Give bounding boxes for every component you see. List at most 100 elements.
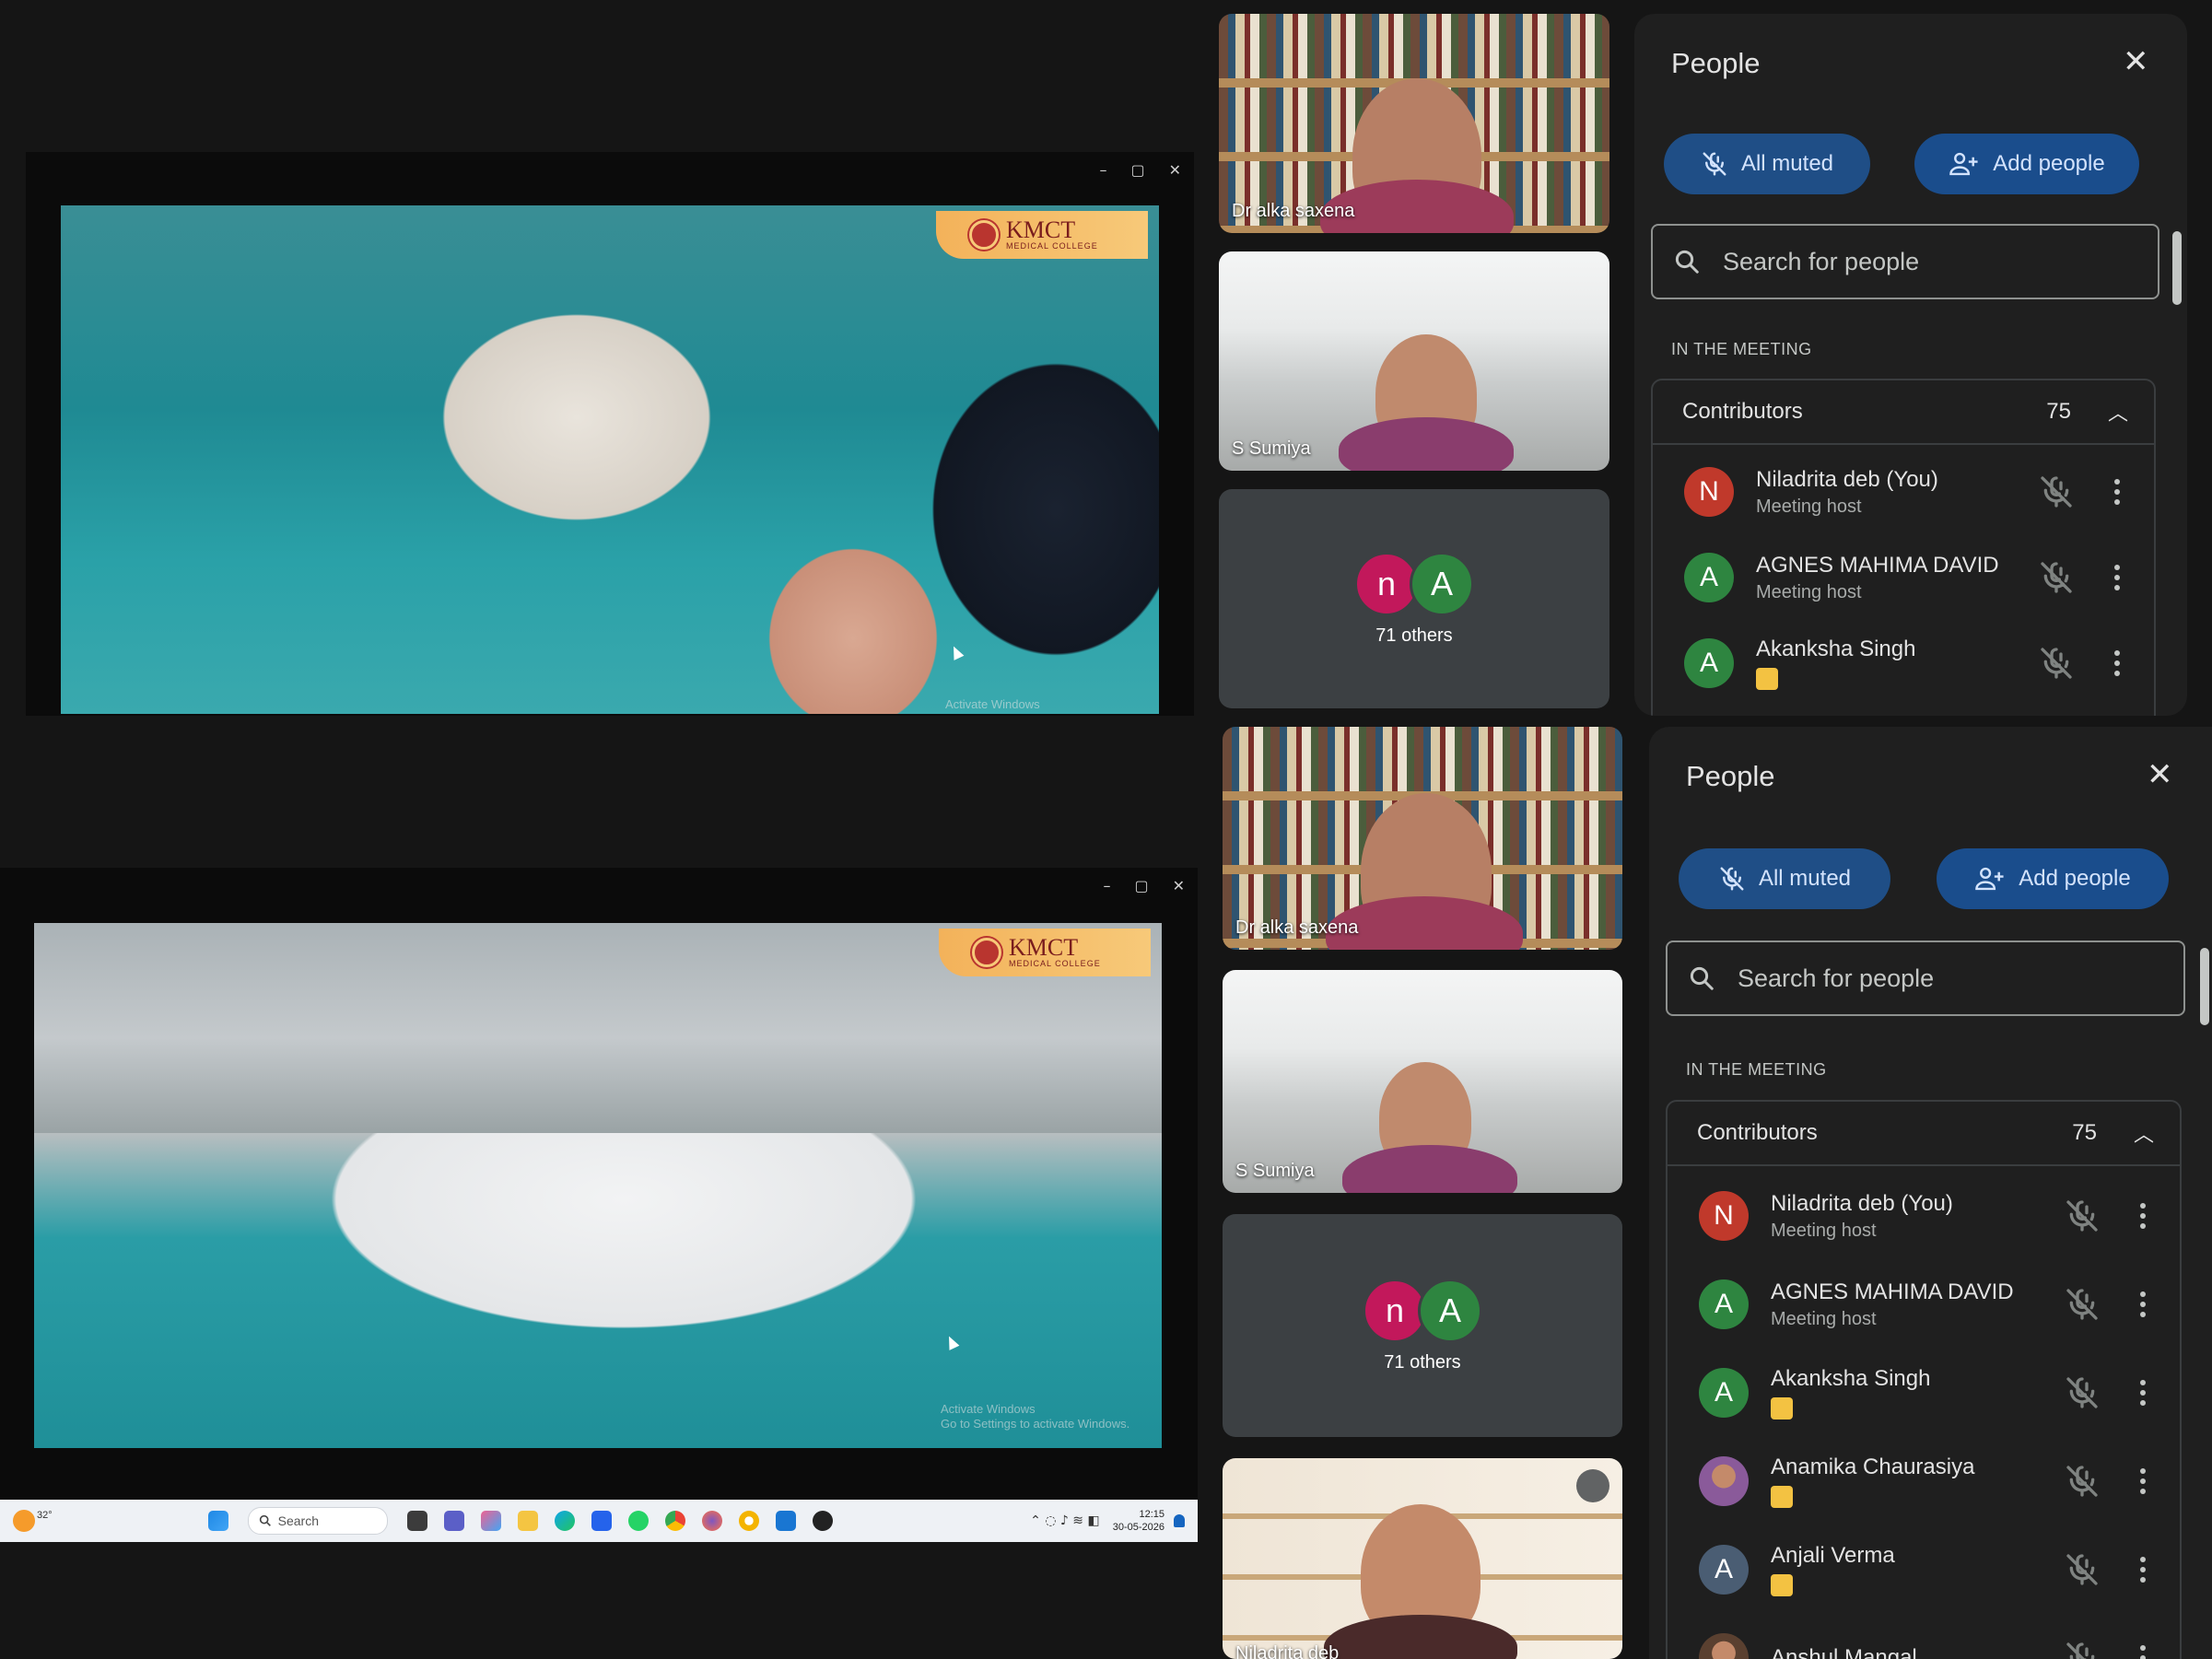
others-count-label: 71 others (1384, 1351, 1461, 1373)
presentation-video: KMCT MEDICAL COLLEGE Activate Windows (61, 205, 1159, 714)
clock[interactable]: 12:15 30-05-2026 (1113, 1508, 1165, 1534)
people-panel: People ✕ All muted Add people IN THE MEE… (1649, 727, 2212, 1659)
participant-tile[interactable]: Dr alka saxena (1223, 727, 1622, 950)
whatsapp-icon[interactable] (627, 1511, 649, 1531)
minimize-icon[interactable]: – (1103, 877, 1110, 894)
add-people-button[interactable]: Add people (1914, 134, 2139, 194)
participant-row[interactable]: Anamika Chaurasiya (1668, 1440, 2180, 1523)
all-muted-button[interactable]: All muted (1679, 848, 1890, 909)
participant-name: Akanksha Singh (1756, 637, 1916, 661)
group-count: 75 (2072, 1120, 2097, 1145)
minimize-icon[interactable]: – (1099, 161, 1106, 179)
mouse-cursor-icon (943, 1334, 960, 1350)
more-options-icon[interactable] (2137, 1291, 2148, 1317)
contributors-header[interactable]: Contributors 75 ︿ (1668, 1102, 2180, 1166)
search-people-input[interactable] (1721, 246, 2112, 277)
more-options-icon[interactable] (2137, 1645, 2148, 1659)
participant-tile[interactable]: Dr alka saxena (1219, 14, 1609, 233)
activate-windows-watermark: Activate Windows (945, 697, 1040, 711)
add-person-icon (1949, 152, 1978, 176)
participant-row[interactable]: N Niladrita deb (You) Meeting host (1668, 1174, 2180, 1257)
panel-title: People (1671, 47, 1761, 79)
mic-off-icon[interactable] (2038, 645, 2075, 682)
taskbar-search[interactable]: Search (247, 1507, 388, 1535)
avatar: N (1684, 467, 1734, 517)
participant-name: Niladrita deb (You) (1756, 466, 1938, 492)
avatar: A (1418, 1278, 1482, 1343)
participant-tile[interactable]: S Sumiya (1219, 251, 1609, 471)
close-icon[interactable]: ✕ (1173, 877, 1185, 894)
participant-tile[interactable]: S Sumiya (1223, 970, 1622, 1193)
more-options-icon[interactable] (2137, 1203, 2148, 1229)
close-panel-icon[interactable]: ✕ (2123, 43, 2149, 80)
copilot-icon[interactable] (480, 1511, 501, 1531)
close-icon[interactable]: ✕ (1169, 161, 1181, 179)
maximize-icon[interactable]: ▢ (1130, 161, 1144, 179)
media-player-icon[interactable] (812, 1511, 833, 1531)
chevron-up-icon[interactable]: ︿ (2134, 1118, 2154, 1148)
more-options-icon[interactable] (2137, 1557, 2148, 1583)
participant-name: Anshul Mangal (1771, 1645, 1917, 1659)
store-icon[interactable] (591, 1511, 612, 1531)
avatar: A (1410, 551, 1474, 616)
others-tile[interactable]: n A 71 others (1223, 1214, 1622, 1437)
mic-off-icon[interactable] (2064, 1286, 2101, 1323)
participant-row[interactable]: N Niladrita deb (You) Meeting host (1653, 450, 2154, 533)
mic-off-icon (1576, 1469, 1609, 1502)
people-search[interactable] (1666, 940, 2185, 1016)
more-options-icon[interactable] (2112, 479, 2123, 505)
more-options-icon[interactable] (2112, 565, 2123, 590)
camera-off-badge-icon (1771, 1486, 1793, 1508)
participant-row[interactable]: A AGNES MAHIMA DAVID Meeting host (1668, 1263, 2180, 1346)
scrollbar[interactable] (2200, 948, 2209, 1025)
mic-off-icon[interactable] (2038, 559, 2075, 596)
video-window-top: – ▢ ✕ KMCT MEDICAL COLLEGE Activate Windo… (26, 152, 1194, 716)
app-icon[interactable] (738, 1511, 759, 1531)
maximize-icon[interactable]: ▢ (1134, 877, 1148, 894)
mic-off-icon (1720, 867, 1744, 891)
participant-tile[interactable]: Niladrita deb (1223, 1458, 1622, 1659)
mic-off-icon[interactable] (2064, 1463, 2101, 1500)
edge-icon[interactable] (554, 1511, 575, 1531)
contributors-group: Contributors 75 ︿ N Niladrita deb (You) M… (1651, 379, 2156, 716)
chat-icon[interactable] (443, 1511, 464, 1531)
mic-off-icon[interactable] (2064, 1551, 2101, 1588)
participant-row[interactable]: A Anjali Verma (1668, 1528, 2180, 1611)
mic-off-icon[interactable] (2064, 1640, 2101, 1659)
contributors-group: Contributors 75 ︿ N Niladrita deb (You) M… (1666, 1100, 2182, 1659)
avatar (1699, 1456, 1749, 1506)
mic-off-icon[interactable] (2064, 1198, 2101, 1234)
avatar (1699, 1633, 1749, 1659)
notification-bell-icon[interactable] (1174, 1514, 1185, 1527)
people-search[interactable] (1651, 224, 2159, 299)
contributors-header[interactable]: Contributors 75 ︿ (1653, 380, 2154, 445)
more-options-icon[interactable] (2112, 650, 2123, 676)
task-view-icon[interactable] (406, 1511, 427, 1531)
search-people-input[interactable] (1736, 963, 2126, 994)
more-options-icon[interactable] (2137, 1380, 2148, 1406)
all-muted-button[interactable]: All muted (1664, 134, 1870, 194)
windows-start-icon[interactable] (207, 1511, 228, 1531)
weather-icon[interactable] (13, 1510, 35, 1532)
mic-off-icon[interactable] (2064, 1374, 2101, 1411)
firefox-icon[interactable] (701, 1511, 722, 1531)
more-options-icon[interactable] (2137, 1468, 2148, 1494)
others-count-label: 71 others (1375, 625, 1453, 646)
scrollbar[interactable] (2172, 231, 2182, 305)
chrome-icon[interactable] (664, 1511, 685, 1531)
add-people-button[interactable]: Add people (1937, 848, 2169, 909)
paint-icon[interactable] (775, 1511, 796, 1531)
all-muted-label: All muted (1740, 151, 1834, 176)
chevron-up-icon[interactable]: ︿ (2108, 397, 2128, 426)
participant-row[interactable]: A Akanksha Singh (1653, 622, 2154, 705)
close-panel-icon[interactable]: ✕ (2147, 756, 2173, 793)
others-tile[interactable]: n A 71 others (1219, 489, 1609, 708)
file-explorer-icon[interactable] (517, 1511, 538, 1531)
avatar: A (1684, 553, 1734, 602)
system-tray-icons[interactable]: ⌃ ◌ ♪ ≋ ◧ (1030, 1513, 1100, 1528)
participant-row[interactable]: Anshul Mangal (1668, 1617, 2180, 1659)
mic-off-icon[interactable] (2038, 473, 2075, 510)
kmct-logo: KMCT MEDICAL COLLEGE (939, 929, 1151, 976)
participant-row[interactable]: A Akanksha Singh (1668, 1351, 2180, 1434)
participant-row[interactable]: A AGNES MAHIMA DAVID Meeting host (1653, 536, 2154, 619)
